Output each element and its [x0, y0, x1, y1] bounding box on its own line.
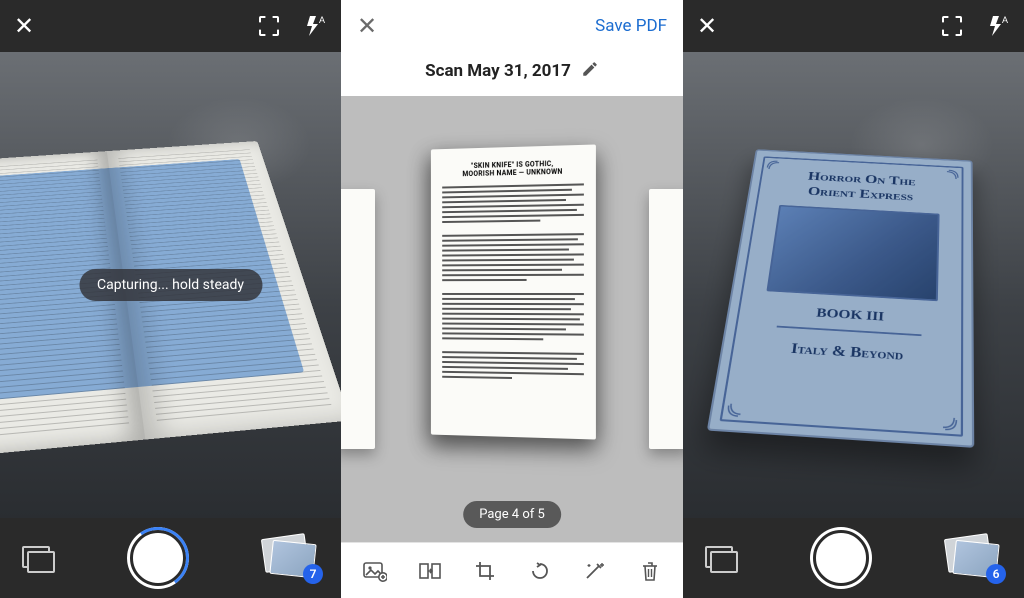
- gallery-button[interactable]: [705, 546, 735, 570]
- camera-bottombar: 6: [683, 518, 1024, 598]
- fullscreen-icon[interactable]: [940, 14, 964, 38]
- gallery-button[interactable]: [22, 546, 52, 570]
- close-button[interactable]: ✕: [357, 12, 377, 40]
- editor-panel: ✕ Save PDF Scan May 31, 2017 "SKIN KNIFE…: [341, 0, 683, 598]
- shutter-button[interactable]: [813, 530, 869, 586]
- page-stage[interactable]: "SKIN KNIFE" IS GOTHIC, MOORISH NAME — U…: [341, 96, 683, 542]
- page-count-badge: 6: [986, 564, 1006, 584]
- camera-tools: A: [940, 14, 1010, 38]
- scanned-pages-thumbnail[interactable]: 7: [263, 536, 319, 580]
- camera-panel-right: ✕ A Horror On The Orient Express: [683, 0, 1024, 598]
- editor-topbar: ✕ Save PDF: [341, 0, 683, 52]
- editor-toolbar: [341, 542, 683, 598]
- add-photo-button[interactable]: [361, 557, 389, 585]
- book-cover-preview: Horror On The Orient Express BOOK III It…: [707, 149, 974, 448]
- scan-detection-overlay: [709, 151, 972, 446]
- scanned-pages-thumbnail[interactable]: 6: [946, 536, 1002, 580]
- save-pdf-button[interactable]: Save PDF: [595, 16, 667, 36]
- close-button[interactable]: ✕: [14, 12, 34, 40]
- camera-tools: A: [257, 14, 327, 38]
- camera-topbar: ✕ A: [0, 0, 341, 52]
- page-count-badge: 7: [303, 564, 323, 584]
- camera-bottombar: 7: [0, 518, 341, 598]
- flash-mode-label: A: [319, 15, 325, 25]
- flash-auto-icon[interactable]: A: [986, 14, 1010, 38]
- capture-status-toast: Capturing... hold steady: [79, 269, 262, 301]
- camera-viewport: Capturing... hold steady: [0, 52, 341, 518]
- reorder-button[interactable]: [416, 557, 444, 585]
- page-indicator: Page 4 of 5: [463, 501, 561, 528]
- title-row: Scan May 31, 2017: [341, 52, 683, 96]
- rotate-button[interactable]: [526, 557, 554, 585]
- delete-button[interactable]: [636, 557, 664, 585]
- camera-viewport: Horror On The Orient Express BOOK III It…: [683, 52, 1024, 518]
- shutter-button[interactable]: [130, 530, 186, 586]
- fullscreen-icon[interactable]: [257, 14, 281, 38]
- scan-title: Scan May 31, 2017: [425, 61, 571, 81]
- crop-button[interactable]: [471, 557, 499, 585]
- doc-heading: "SKIN KNIFE" IS GOTHIC, MOORISH NAME — U…: [442, 159, 584, 179]
- camera-topbar: ✕ A: [683, 0, 1024, 52]
- flash-auto-icon[interactable]: A: [303, 14, 327, 38]
- magic-enhance-button[interactable]: [581, 557, 609, 585]
- current-page-preview[interactable]: "SKIN KNIFE" IS GOTHIC, MOORISH NAME — U…: [431, 145, 596, 440]
- svg-text:A: A: [1002, 15, 1008, 25]
- prev-page-peek[interactable]: [341, 189, 375, 449]
- rename-button[interactable]: [581, 60, 599, 82]
- close-button[interactable]: ✕: [697, 12, 717, 40]
- camera-panel-left: ✕ A Capturing... hold steady 7: [0, 0, 341, 598]
- next-page-peek[interactable]: [649, 189, 683, 449]
